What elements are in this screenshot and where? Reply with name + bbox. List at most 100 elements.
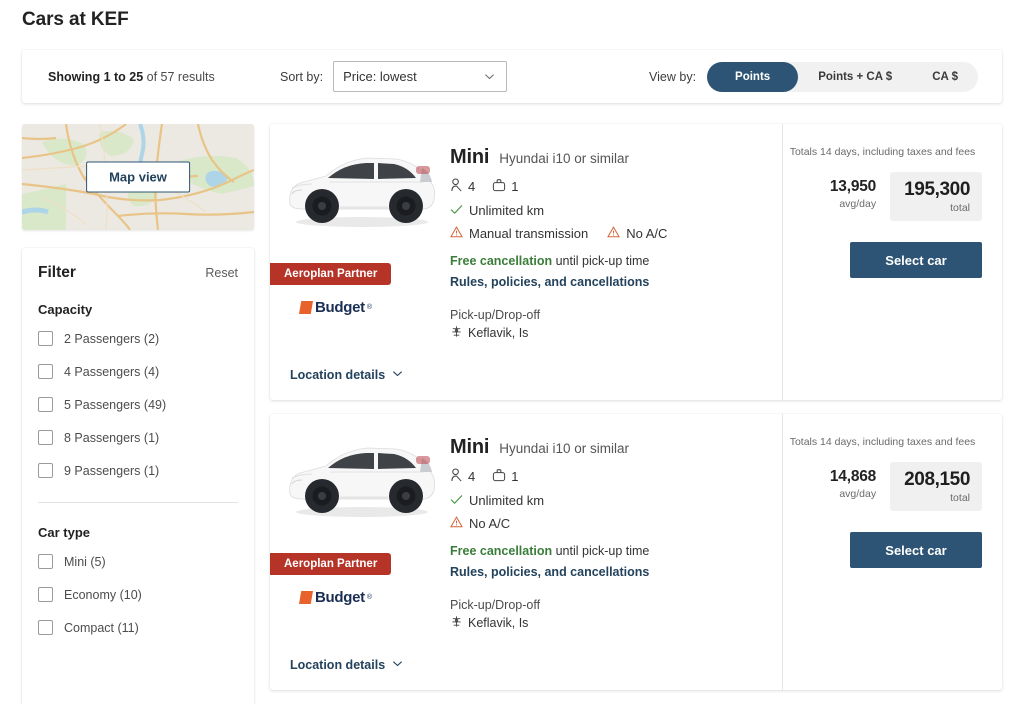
results-list: Aeroplan Partner Budget ® Location detai… <box>270 124 1002 704</box>
warning-triangle-icon <box>450 516 463 531</box>
filter-group-car-type: Car type Mini (5) Economy (10) Compact (… <box>38 525 238 635</box>
price-per-day-amount: 13,950 <box>830 178 876 196</box>
select-car-button[interactable]: Select car <box>850 532 982 568</box>
rules-policies-link[interactable]: Rules, policies, and cancellations <box>450 275 770 289</box>
car-warnings: Manual transmission No A/C <box>450 226 770 241</box>
filter-option-label: 9 Passengers (1) <box>64 464 159 478</box>
car-title-row: Mini Hyundai i10 or similar <box>450 436 770 459</box>
checkbox-icon[interactable] <box>38 620 53 635</box>
view-by-control: View by: Points Points + CA $ CA $ <box>649 62 978 92</box>
checkbox-icon[interactable] <box>38 554 53 569</box>
warning-no-ac: No A/C <box>450 516 510 531</box>
filter-option-label: 2 Passengers (2) <box>64 332 159 346</box>
cancellation-highlight: Free cancellation <box>450 254 552 268</box>
sort-selected-value: Price: lowest <box>343 69 417 84</box>
filter-group-title-capacity: Capacity <box>38 302 238 317</box>
checkbox-icon[interactable] <box>38 463 53 478</box>
car-card-details: Aeroplan Partner Budget ® Location detai… <box>270 414 783 690</box>
location-details-toggle[interactable]: Location details <box>290 656 403 674</box>
car-result-card[interactable]: Aeroplan Partner Budget ® Location detai… <box>270 414 1002 690</box>
warning-label: Manual transmission <box>469 226 588 241</box>
filter-reset-button[interactable]: Reset <box>205 266 238 280</box>
chevron-down-icon <box>392 656 403 674</box>
sort-label: Sort by: <box>280 70 323 84</box>
filter-option-5-passengers[interactable]: 5 Passengers (49) <box>38 397 238 412</box>
vendor-name: Budget <box>315 299 365 316</box>
checkbox-icon[interactable] <box>38 587 53 602</box>
price-per-day: 14,868 avg/day <box>830 462 890 511</box>
view-by-option-cash[interactable]: CA $ <box>912 62 978 92</box>
price-total: 208,150 total <box>890 462 982 511</box>
location-details-toggle[interactable]: Location details <box>290 366 403 384</box>
filter-option-mini[interactable]: Mini (5) <box>38 554 238 569</box>
mileage-spec: Unlimited km <box>450 203 770 218</box>
pickup-dropoff-title: Pick-up/Drop-off <box>450 598 770 612</box>
map-view-button[interactable]: Map view <box>86 162 190 193</box>
left-sidebar: Map view Filter Reset Capacity 2 Passeng… <box>22 124 254 704</box>
totals-note: Totals 14 days, including taxes and fees <box>783 436 982 448</box>
price-total-amount: 195,300 <box>904 179 970 201</box>
pickup-dropoff-block: Pick-up/Drop-off Keflavik, Is <box>450 598 770 631</box>
filter-option-8-passengers[interactable]: 8 Passengers (1) <box>38 430 238 445</box>
price-total-amount: 208,150 <box>904 469 970 491</box>
filter-option-9-passengers[interactable]: 9 Passengers (1) <box>38 463 238 478</box>
budget-mark-icon <box>299 301 313 314</box>
car-capacity-specs: 4 1 <box>450 468 770 485</box>
filter-option-2-passengers[interactable]: 2 Passengers (2) <box>38 331 238 346</box>
view-by-option-points-plus-cash[interactable]: Points + CA $ <box>798 62 912 92</box>
person-icon <box>450 468 463 485</box>
car-card-pricing: Totals 14 days, including taxes and fees… <box>783 414 1002 690</box>
chevron-down-icon <box>392 366 403 384</box>
car-class-name: Mini <box>450 436 489 459</box>
results-toolbar: Showing 1 to 25 of 57 results Sort by: P… <box>22 50 1002 103</box>
view-by-option-points[interactable]: Points <box>707 62 798 92</box>
pickup-location-row: Keflavik, Is <box>450 325 770 341</box>
page-title: Cars at KEF <box>22 9 129 31</box>
airport-shuttle-icon <box>450 615 463 631</box>
filter-option-economy[interactable]: Economy (10) <box>38 587 238 602</box>
car-card-pricing: Totals 14 days, including taxes and fees… <box>783 124 1002 400</box>
filter-option-label: Compact (11) <box>64 621 139 635</box>
bag-icon <box>492 178 506 195</box>
filter-group-title-car-type: Car type <box>38 525 238 540</box>
car-card-details: Aeroplan Partner Budget ® Location detai… <box>270 124 783 400</box>
aeroplan-partner-ribbon: Aeroplan Partner <box>270 263 391 285</box>
sort-select[interactable]: Price: lowest <box>333 61 507 92</box>
checkbox-icon[interactable] <box>38 397 53 412</box>
rules-policies-link[interactable]: Rules, policies, and cancellations <box>450 565 770 579</box>
passenger-capacity: 4 <box>450 178 475 195</box>
passenger-capacity: 4 <box>450 468 475 485</box>
filter-option-label: 5 Passengers (49) <box>64 398 166 412</box>
car-photo <box>278 428 443 533</box>
filter-title: Filter <box>38 264 76 282</box>
car-result-card[interactable]: Aeroplan Partner Budget ® Location detai… <box>270 124 1002 400</box>
car-photo-graphic <box>278 428 443 533</box>
car-photo-graphic <box>278 138 443 243</box>
pickup-location: Keflavik, Is <box>468 326 528 340</box>
pickup-location: Keflavik, Is <box>468 616 528 630</box>
checkbox-icon[interactable] <box>38 331 53 346</box>
warning-label: No A/C <box>626 226 667 241</box>
check-icon <box>450 203 463 218</box>
filter-divider <box>38 502 238 503</box>
price-total-unit: total <box>904 492 970 504</box>
select-car-button[interactable]: Select car <box>850 242 982 278</box>
aeroplan-partner-ribbon: Aeroplan Partner <box>270 553 391 575</box>
airport-shuttle-icon <box>450 325 463 341</box>
location-details-label: Location details <box>290 368 385 382</box>
filter-option-label: 8 Passengers (1) <box>64 431 159 445</box>
filter-option-4-passengers[interactable]: 4 Passengers (4) <box>38 364 238 379</box>
filter-option-compact[interactable]: Compact (11) <box>38 620 238 635</box>
car-model-name: Hyundai i10 or similar <box>499 441 629 456</box>
checkbox-icon[interactable] <box>38 430 53 445</box>
checkbox-icon[interactable] <box>38 364 53 379</box>
chevron-down-icon <box>484 71 495 82</box>
cancellation-policy: Free cancellation until pick-up time <box>450 254 770 268</box>
results-count-suffix: of 57 results <box>147 70 215 84</box>
mileage-label: Unlimited km <box>469 203 544 218</box>
price-row: 13,950 avg/day 195,300 total <box>783 172 982 221</box>
check-icon <box>450 493 463 508</box>
map-view-thumbnail[interactable]: Map view <box>22 124 254 230</box>
pickup-location-row: Keflavik, Is <box>450 615 770 631</box>
passenger-count: 4 <box>468 179 475 194</box>
